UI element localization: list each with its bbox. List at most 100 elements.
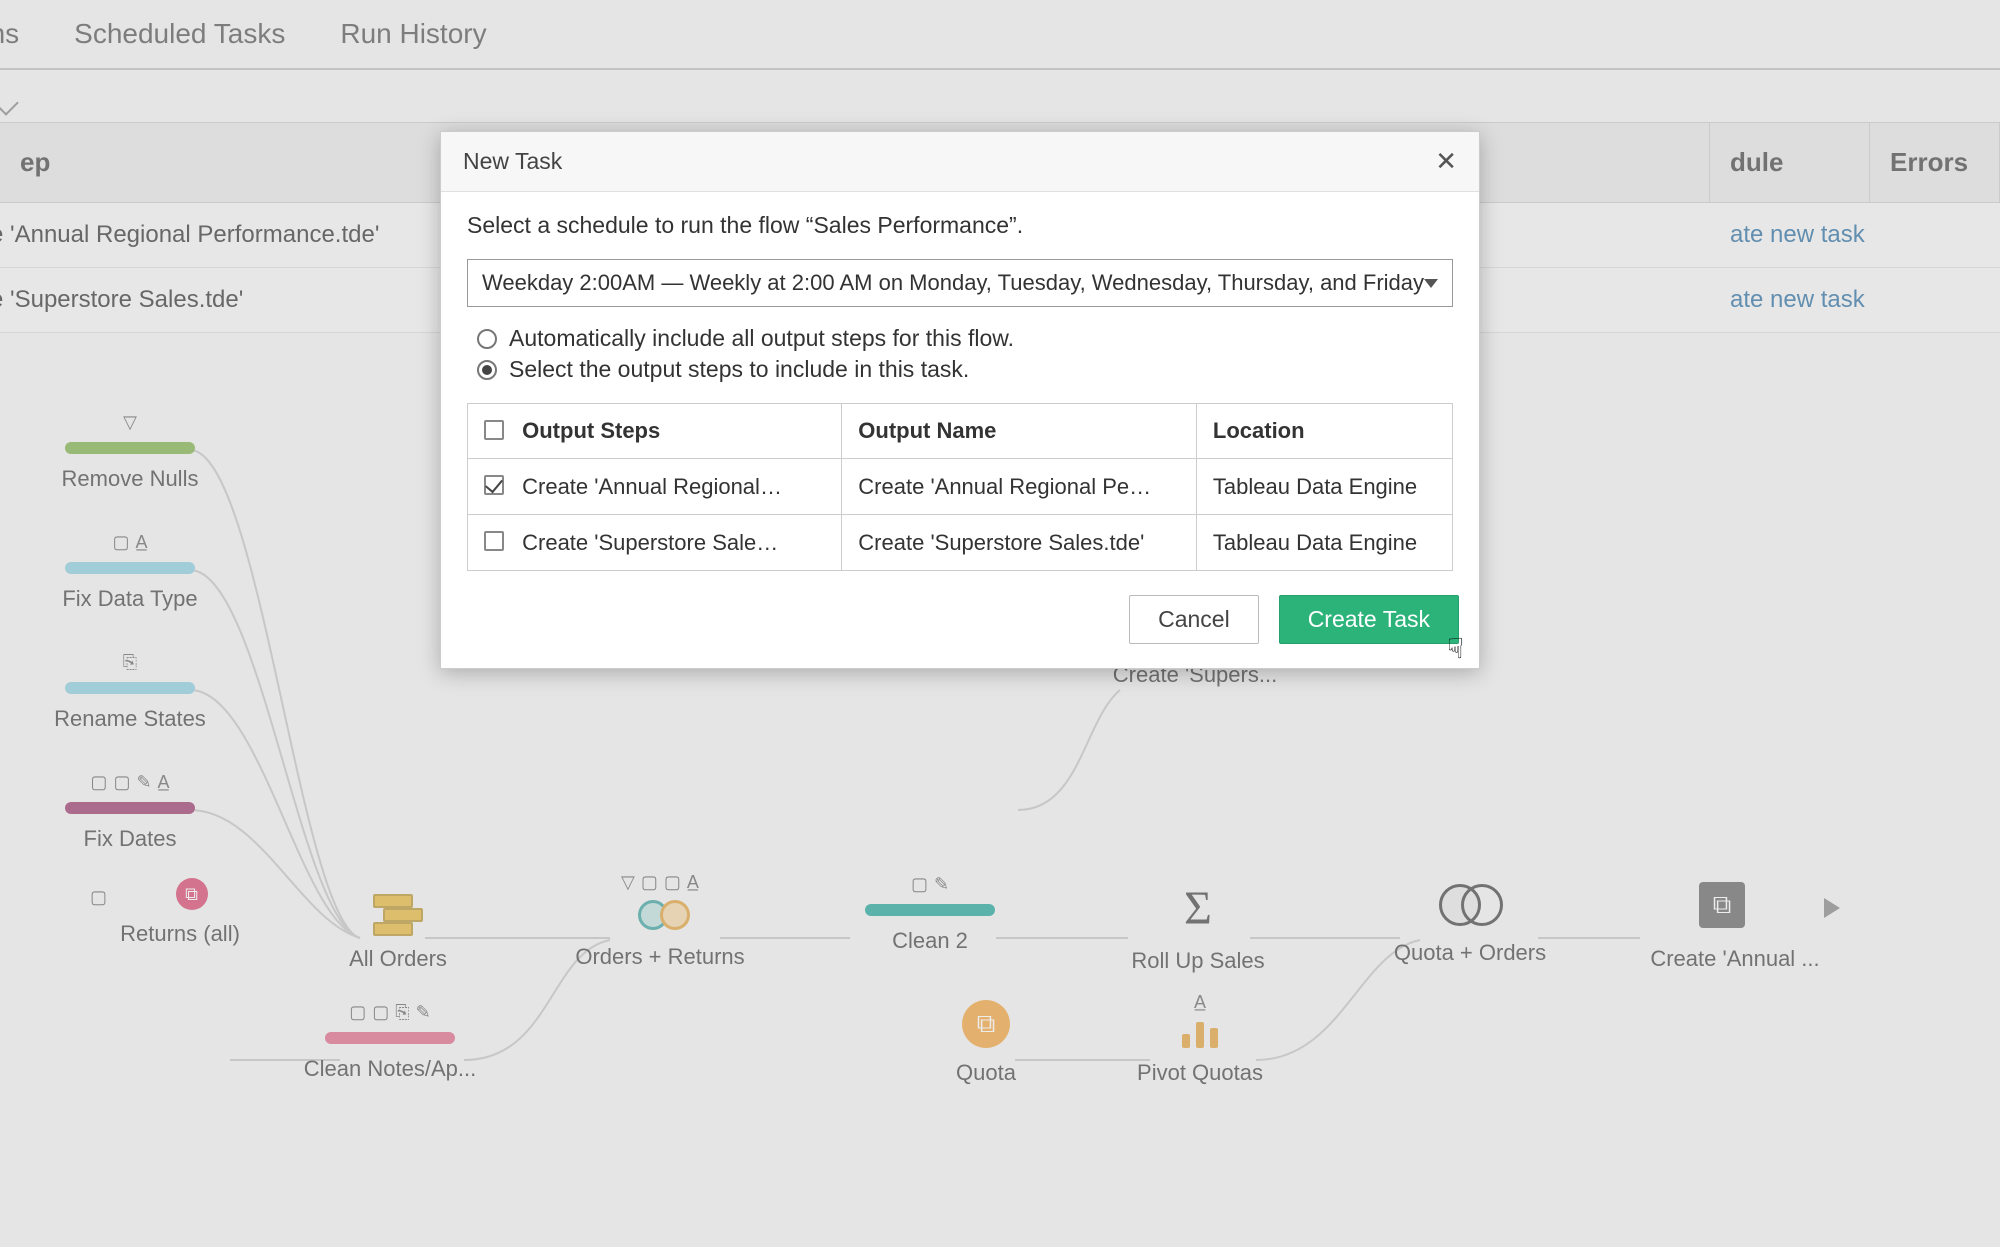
node-returns-all[interactable]: ▢ ⧉ Returns (all) [90, 885, 270, 947]
table-row[interactable]: Create 'Superstore Sales.tde' Create 'Su… [468, 515, 1453, 571]
node-rename-states[interactable]: ⎘ Rename States [40, 650, 220, 732]
node-label: Returns (all) [90, 921, 270, 947]
top-tabs: tions Scheduled Tasks Run History [0, 0, 2000, 70]
clip-icon: ⎘ [123, 652, 137, 673]
node-label: Orders + Returns [570, 944, 750, 970]
table-row[interactable]: Create 'Annual Regional Perf… Create 'An… [468, 459, 1453, 515]
node-pivot-quotas[interactable]: A̲ Pivot Quotas [1110, 990, 1290, 1086]
text-icon: A̲ [136, 532, 148, 553]
node-label: Roll Up Sales [1108, 948, 1288, 974]
filter-icon: ▽ [123, 412, 137, 433]
node-remove-nulls[interactable]: ▽ Remove Nulls [40, 410, 220, 492]
col-errors: Errors [1870, 123, 2000, 202]
node-label: Rename States [40, 706, 220, 732]
join-icon [634, 898, 686, 932]
text-icon: A̲ [687, 872, 699, 893]
output-steps-table: Output Steps Output Name Location Create… [467, 403, 1453, 571]
create-new-task-link[interactable]: ate new task [1710, 268, 2000, 332]
schedule-select[interactable]: Weekday 2:00AM — Weekly at 2:00 AM on Mo… [467, 259, 1453, 307]
cell-location: Tableau Data Engine [1196, 459, 1452, 515]
edit-icon[interactable] [0, 90, 19, 115]
create-new-task-link[interactable]: ate new task [1710, 203, 2000, 267]
node-roll-up-sales[interactable]: Σ Roll Up Sales [1108, 880, 1288, 974]
cursor-hand-icon: ☟ [1447, 632, 1464, 665]
union-icon [373, 894, 423, 934]
dialog-header: New Task ✕ [441, 132, 1479, 192]
node-bar [865, 904, 995, 916]
filter-icon: ▽ [621, 872, 635, 893]
output-icon: ⧉ [1699, 882, 1745, 928]
edit-icon: ✎ [136, 772, 151, 793]
radio-select-steps[interactable]: Select the output steps to include in th… [477, 356, 1453, 383]
table-icon: ▢ [372, 1002, 389, 1023]
table-icon: ▢ [911, 874, 928, 895]
text-icon: A̲ [158, 772, 170, 793]
col-schedule-partial: dule [1710, 123, 1870, 202]
aggregate-icon: Σ [1170, 880, 1226, 936]
node-icon-row: A̲ [1110, 990, 1290, 1014]
dialog-footer: Cancel Create Task ☟ [441, 595, 1479, 668]
run-icon[interactable] [1824, 898, 1840, 918]
node-label: Remove Nulls [40, 466, 220, 492]
tab-scheduled-tasks[interactable]: Scheduled Tasks [74, 18, 285, 50]
table-icon: ▢ [349, 1002, 366, 1023]
radio-label: Automatically include all output steps f… [509, 325, 1014, 352]
node-bar [65, 682, 195, 694]
node-bar [325, 1032, 455, 1044]
checkbox-all[interactable] [484, 420, 504, 440]
node-icon-row: ▢▢✎A̲ [40, 770, 220, 794]
clip-icon: ⎘ [395, 1002, 409, 1023]
node-quota-orders[interactable]: Quota + Orders [1380, 878, 1560, 966]
cell-step: Create 'Superstore Sales.tde' [522, 530, 782, 556]
cancel-button[interactable]: Cancel [1129, 595, 1259, 644]
node-icon-row: ▽ [40, 410, 220, 434]
node-label: Quota + Orders [1380, 940, 1560, 966]
pivot-icon [1180, 1020, 1220, 1048]
radio-auto-include[interactable]: Automatically include all output steps f… [477, 325, 1453, 352]
cell-output-name: Create 'Annual Regional Perfo… [858, 474, 1158, 500]
table-icon: ▢ [641, 872, 658, 893]
datasource-icon: ⧉ [962, 1000, 1010, 1048]
node-bar [65, 442, 195, 454]
col-output-steps: Output Steps [468, 404, 842, 459]
node-label: Clean Notes/Ap... [300, 1056, 480, 1082]
close-icon[interactable]: ✕ [1435, 146, 1457, 177]
table-icon: ▢ [112, 532, 129, 553]
edit-icon: ✎ [416, 1002, 431, 1023]
cell-step: Create 'Annual Regional Perf… [522, 474, 782, 500]
checkbox[interactable] [484, 475, 504, 495]
col-location: Location [1196, 404, 1452, 459]
node-fix-dates[interactable]: ▢▢✎A̲ Fix Dates [40, 770, 220, 852]
table-icon: ▢ [90, 772, 107, 793]
cell-location: Tableau Data Engine [1196, 515, 1452, 571]
node-icon-row: ▢ ⧉ [90, 885, 270, 909]
node-label: Clean 2 [840, 928, 1020, 954]
node-label: All Orders [308, 946, 488, 972]
edit-icon: ✎ [934, 874, 949, 895]
radio-icon [477, 360, 497, 380]
chevron-down-icon [1424, 279, 1438, 288]
text-icon: A̲ [1194, 992, 1206, 1013]
new-task-dialog: New Task ✕ Select a schedule to run the … [440, 131, 1480, 669]
node-clean-notes[interactable]: ▢ ▢ ⎘ ✎ Clean Notes/Ap... [300, 1000, 480, 1082]
node-fix-data-type[interactable]: ▢A̲ Fix Data Type [40, 530, 220, 612]
create-task-label: Create Task [1308, 606, 1430, 632]
create-task-button[interactable]: Create Task ☟ [1279, 595, 1459, 644]
tab-run-history[interactable]: Run History [340, 18, 486, 50]
node-icon-row: ▢ ▢ ⎘ ✎ [300, 1000, 480, 1024]
node-quota[interactable]: ⧉ Quota [896, 1000, 1076, 1086]
node-create-annual[interactable]: ⧉ Create 'Annual ... [1630, 882, 1840, 972]
node-label: Create 'Annual ... [1630, 946, 1840, 972]
node-all-orders[interactable]: All Orders [308, 888, 488, 972]
node-clean-2[interactable]: ▢ ✎ Clean 2 [840, 872, 1020, 954]
tab-connections-partial[interactable]: tions [0, 18, 19, 50]
dialog-instruction: Select a schedule to run the flow “Sales… [467, 212, 1453, 239]
sub-header-row: v. [0, 70, 2000, 122]
col-label: Output Steps [522, 418, 660, 443]
table-icon: ▢ [664, 872, 681, 893]
checkbox[interactable] [484, 531, 504, 551]
node-label: Fix Dates [40, 826, 220, 852]
node-bar [65, 562, 195, 574]
node-icon-row: ⎘ [40, 650, 220, 674]
node-orders-returns[interactable]: ▽ ▢ ▢ A̲ Orders + Returns [570, 870, 750, 970]
